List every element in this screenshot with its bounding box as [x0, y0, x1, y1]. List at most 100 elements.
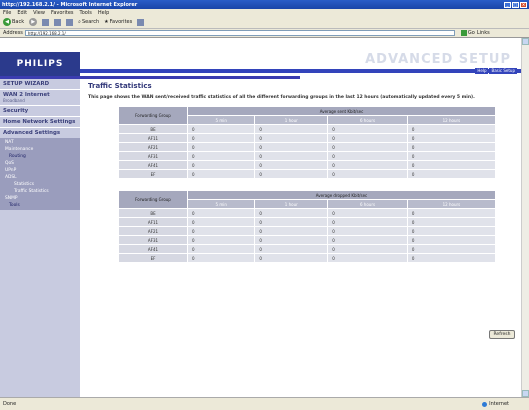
window-title-bar: http://192.168.2.1/ - Microsoft Internet…	[0, 0, 529, 9]
value-cell: 0	[327, 253, 408, 263]
value-cell: 0	[186, 235, 256, 245]
back-button[interactable]: ◀ Back	[3, 18, 24, 26]
menu-file[interactable]: File	[3, 10, 11, 16]
banner-title: ADVANCED SETUP	[365, 52, 511, 67]
value-cell: 0	[254, 208, 329, 218]
value-cell: 0	[406, 235, 497, 245]
sidebar-item-wan[interactable]: WAN 2 Internet	[0, 90, 80, 98]
value-cell: 0	[406, 160, 497, 170]
sidebar-item-routing[interactable]: Routing	[0, 153, 80, 160]
value-cell: 0	[254, 244, 329, 254]
dropped-traffic-table: Forwarding Group Average dropped Kbit/se…	[118, 190, 497, 263]
value-cell: 0	[186, 133, 256, 143]
scroll-up-icon[interactable]	[522, 38, 529, 45]
back-label: Back	[12, 19, 25, 25]
sidebar-item-home-network[interactable]: Home Network Settings	[0, 117, 80, 125]
vertical-scrollbar[interactable]	[521, 38, 529, 397]
forward-arrow-icon[interactable]: ▶	[29, 18, 38, 26]
sidebar-item-setup-wizard[interactable]: SETUP WIZARD	[0, 79, 80, 87]
refresh-icon[interactable]	[54, 18, 62, 26]
sent-traffic-table: Forwarding Group Average sent Kbit/sec 5…	[118, 106, 497, 179]
menu-view[interactable]: View	[33, 10, 45, 16]
table-row: AF41 0 0 0 0	[118, 244, 497, 254]
table-row: AF41 0 0 0 0	[118, 160, 497, 170]
value-cell: 0	[186, 244, 256, 254]
value-cell: 0	[327, 226, 408, 236]
value-cell: 0	[406, 142, 497, 152]
value-cell: 0	[327, 244, 408, 254]
header-links: Help Basic Setup	[475, 68, 517, 74]
value-cell: 0	[186, 142, 256, 152]
table-row: BE 0 0 0 0	[118, 124, 497, 134]
column-header: 12 hours	[406, 115, 497, 125]
maximize-icon[interactable]: □	[512, 1, 519, 8]
column-header: 5 min	[186, 115, 256, 125]
menu-bar: File Edit View Favorites Tools Help	[0, 9, 529, 16]
value-cell: 0	[406, 124, 497, 134]
home-icon[interactable]	[66, 18, 74, 26]
sidebar-item-qos[interactable]: QoS	[0, 160, 80, 167]
sidebar-item-traffic-statistics[interactable]: Traffic Statistics	[0, 188, 80, 195]
group-cell: AF31	[118, 151, 188, 161]
window-controls: _ □ ×	[504, 1, 527, 8]
star-icon: ★	[104, 19, 109, 25]
menu-tools[interactable]: Tools	[80, 10, 92, 16]
minimize-icon[interactable]: _	[504, 1, 511, 8]
table-row: BE 0 0 0 0	[118, 208, 497, 218]
sidebar-item-security[interactable]: Security	[0, 106, 80, 114]
value-cell: 0	[406, 253, 497, 263]
close-icon[interactable]: ×	[520, 1, 527, 8]
links-label[interactable]: Links	[477, 30, 490, 36]
globe-icon	[482, 401, 488, 407]
value-cell: 0	[327, 160, 408, 170]
value-cell: 0	[327, 169, 408, 179]
page-description: This page shows the WAN sent/received tr…	[88, 95, 475, 100]
sidebar: SETUP WIZARD WAN 2 Internet Broadband Se…	[0, 79, 80, 397]
sidebar-item-upnp[interactable]: UPnP	[0, 167, 80, 174]
sidebar-item-adsl[interactable]: ADSL	[0, 174, 80, 181]
favorites-button[interactable]: ★ Favorites	[104, 19, 132, 25]
sidebar-item-statistics[interactable]: Statistics	[0, 181, 80, 188]
basic-setup-link[interactable]: Basic Setup	[489, 68, 517, 74]
refresh-button[interactable]: Refresh	[489, 330, 515, 339]
group-cell: AF11	[118, 217, 188, 227]
value-cell: 0	[186, 208, 256, 218]
help-link[interactable]: Help	[475, 68, 489, 74]
value-cell: 0	[327, 142, 408, 152]
value-cell: 0	[254, 226, 329, 236]
table-row: AF11 0 0 0 0	[118, 133, 497, 143]
favorites-label: Favorites	[109, 19, 133, 25]
table-row: AF11 0 0 0 0	[118, 217, 497, 227]
address-input[interactable]: http://192.168.2.1/	[24, 30, 455, 36]
sidebar-item-snmp[interactable]: SNMP	[0, 195, 80, 202]
address-bar: Address http://192.168.2.1/ Go Links	[0, 29, 529, 38]
table-row: AF21 0 0 0 0	[118, 142, 497, 152]
search-button[interactable]: ⌕ Search	[78, 19, 99, 25]
sidebar-item-tools[interactable]: Tools	[0, 202, 80, 209]
value-cell: 0	[406, 151, 497, 161]
value-cell: 0	[186, 151, 256, 161]
column-header: 5 min	[186, 199, 256, 209]
menu-help[interactable]: Help	[98, 10, 109, 16]
main-panel: Traffic Statistics This page shows the W…	[88, 82, 518, 263]
menu-edit[interactable]: Edit	[17, 10, 27, 16]
value-cell: 0	[327, 235, 408, 245]
page-content: PHILIPS ADVANCED SETUP Help Basic Setup …	[0, 38, 521, 397]
media-icon[interactable]	[137, 18, 145, 26]
zone-label: Internet	[489, 401, 509, 407]
go-arrow-icon	[460, 30, 467, 36]
sidebar-item-advanced[interactable]: Advanced Settings	[0, 128, 80, 136]
menu-favorites[interactable]: Favorites	[51, 10, 74, 16]
sidebar-item-wan-sub: Broadband	[3, 98, 25, 103]
address-label: Address	[3, 30, 23, 36]
value-cell: 0	[406, 208, 497, 218]
browser-toolbar: ◀ Back ▶ ⌕ Search ★ Favorites	[0, 16, 529, 29]
value-cell: 0	[254, 133, 329, 143]
sidebar-item-nat[interactable]: NAT	[0, 139, 80, 146]
scroll-down-icon[interactable]	[522, 390, 529, 397]
go-button[interactable]: Go	[460, 30, 475, 36]
stop-icon[interactable]	[42, 18, 50, 26]
value-cell: 0	[186, 226, 256, 236]
group-cell: AF31	[118, 235, 188, 245]
sidebar-item-maintenance[interactable]: Maintenance	[0, 146, 80, 153]
